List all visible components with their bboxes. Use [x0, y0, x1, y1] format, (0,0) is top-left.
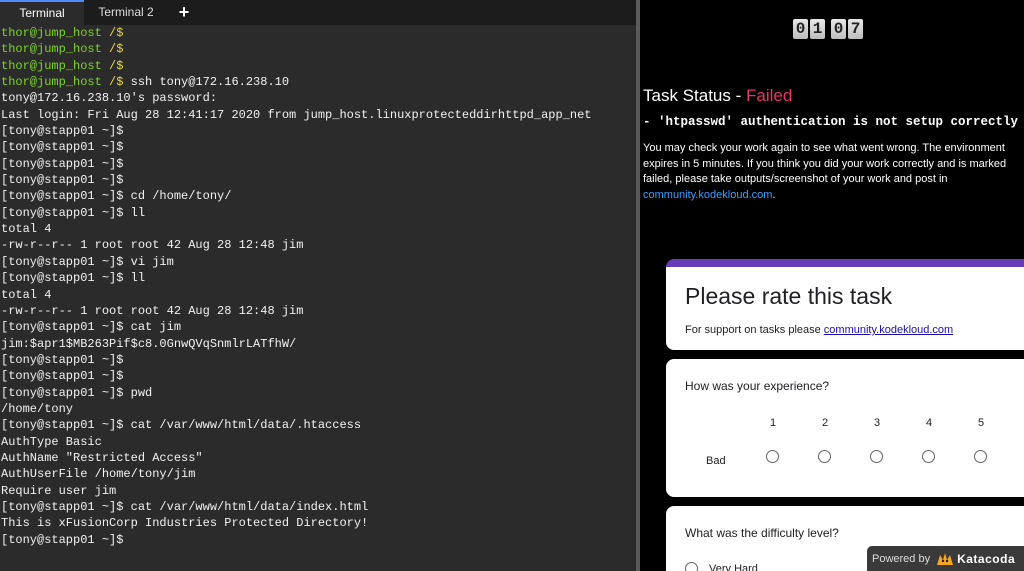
terminal-line: This is xFusionCorp Industries Protected…: [1, 516, 369, 531]
prompt-path: /$: [101, 58, 124, 73]
terminal-line: thor@jump_host /$ ssh tony@172.16.238.10: [1, 74, 633, 90]
terminal-line: total 4: [1, 287, 52, 302]
terminal-line: [tony@stapp01 ~]$ cd /home/tony/: [1, 189, 232, 204]
tab-terminal-2[interactable]: Terminal 2: [84, 0, 168, 25]
terminal-line: [tony@stapp01 ~]$: [1, 352, 124, 367]
rating-radio-3[interactable]: [870, 450, 883, 463]
powered-by-text: Powered by: [872, 552, 931, 565]
rating-header-card: Please rate this task For support on tas…: [666, 259, 1024, 350]
prompt-user-host: thor@jump_host: [1, 42, 102, 57]
difficulty-question: What was the difficulty level?: [685, 526, 839, 540]
rating-radio-2[interactable]: [818, 450, 831, 463]
scale-label-2: 2: [821, 417, 829, 429]
terminal-line: total 4: [1, 222, 52, 237]
terminal-line: jim:$apr1$MB263Pif$c8.0GnwQVqSnmlrLATfhW…: [1, 336, 297, 351]
terminal-output[interactable]: thor@jump_host /$ thor@jump_host /$ thor@j…: [1, 25, 633, 548]
task-status-result: Failed: [745, 86, 793, 105]
terminal-line: Last login: Fri Aug 28 12:41:17 2020 fro…: [1, 107, 592, 122]
timer-digit: 0: [793, 19, 808, 39]
prompt-path: /$: [101, 42, 124, 57]
terminal-pane: Terminal Terminal 2 + thor@jump_host /$ t…: [0, 0, 636, 571]
terminal-line: tony@172.16.238.10's password:: [1, 91, 218, 106]
scale-low-label: Bad: [706, 455, 726, 467]
rating-radio-5[interactable]: [974, 450, 987, 463]
terminal-line: [tony@stapp01 ~]$: [1, 369, 124, 384]
prompt-user-host: thor@jump_host: [1, 26, 102, 40]
timer-digit: 0: [831, 19, 846, 39]
prompt-path: /$: [101, 26, 124, 40]
terminal-line: thor@jump_host /$: [1, 58, 633, 74]
task-status-help: You may check your work again to see wha…: [643, 141, 1015, 203]
terminal-tab-bar: Terminal Terminal 2 +: [0, 0, 636, 25]
terminal-line: AuthName "Restricted Access": [1, 450, 203, 465]
terminal-line: AuthType Basic: [1, 434, 102, 449]
terminal-line: [tony@stapp01 ~]$ cat /var/www/html/data…: [1, 499, 369, 514]
task-status-message: - 'htpasswd' authentication is not setup…: [643, 115, 1024, 129]
terminal-line: AuthUserFile /home/tony/jim: [1, 467, 196, 482]
terminal-line: -rw-r--r-- 1 root root 42 Aug 28 12:48 j…: [1, 303, 304, 318]
scale-label-4: 4: [925, 417, 933, 429]
timer-digit: 1: [810, 19, 825, 39]
task-status-prefix: Task Status -: [643, 86, 746, 105]
katacoda-brand: Katacoda: [957, 551, 1016, 566]
terminal-line: [tony@stapp01 ~]$ ll: [1, 205, 146, 220]
difficulty-option-label: Very Hard: [709, 563, 758, 571]
terminal-line: /home/tony: [1, 401, 74, 416]
terminal-line: [tony@stapp01 ~]$ pwd: [1, 385, 153, 400]
rating-radio-1[interactable]: [766, 450, 779, 463]
task-status-panel: 0 1 0 7 Task Status - Failed - 'htpasswd…: [640, 0, 1024, 571]
experience-card: How was your experience? 1 2 3 4 5 Bad: [666, 359, 1024, 497]
timer-digit: 7: [848, 19, 863, 39]
terminal-line: [tony@stapp01 ~]$: [1, 156, 124, 171]
terminal-line: -rw-r--r-- 1 root root 42 Aug 28 12:48 j…: [1, 238, 304, 253]
terminal-line: [tony@stapp01 ~]$ cat jim: [1, 320, 182, 335]
terminal-line: [tony@stapp01 ~]$: [1, 140, 124, 155]
terminal-line: [tony@stapp01 ~]$: [1, 173, 124, 188]
prompt-user-host: thor@jump_host: [1, 58, 102, 73]
terminal-line: Require user jim: [1, 483, 117, 498]
scale-label-5: 5: [977, 417, 985, 429]
terminal-line: [tony@stapp01 ~]$: [1, 532, 124, 547]
help-text: You may check your work again to see wha…: [643, 142, 1007, 185]
terminal-line: [tony@stapp01 ~]$ cat /var/www/html/data…: [1, 418, 362, 433]
terminal-line: [tony@stapp01 ~]$ ll: [1, 271, 146, 286]
community-link[interactable]: community.kodekloud.com: [643, 189, 772, 201]
help-suffix: .: [772, 188, 776, 201]
countdown-timer: 0 1 0 7: [793, 19, 863, 39]
task-status-title: Task Status - Failed: [643, 86, 792, 106]
support-prefix: For support on tasks please: [685, 324, 824, 336]
scale-label-1: 1: [769, 417, 777, 429]
experience-question: How was your experience?: [685, 379, 830, 393]
prompt-command: ssh tony@172.16.238.10: [123, 75, 290, 90]
support-text: For support on tasks please community.ko…: [685, 324, 953, 336]
difficulty-radio-very-hard[interactable]: [685, 562, 698, 571]
prompt-path: /$: [101, 75, 124, 90]
terminal-line: thor@jump_host /$: [1, 41, 633, 57]
rating-title: Please rate this task: [685, 283, 893, 309]
katacoda-logo-icon: [937, 552, 954, 565]
scale-label-3: 3: [873, 417, 881, 429]
powered-by-badge[interactable]: Powered by Katacoda: [867, 546, 1024, 571]
terminal-line: thor@jump_host /$: [1, 25, 633, 41]
terminal-line: [tony@stapp01 ~]$ vi jim: [1, 254, 174, 269]
new-tab-button[interactable]: +: [170, 0, 198, 25]
support-link[interactable]: community.kodekloud.com: [824, 324, 953, 336]
prompt-user-host: thor@jump_host: [1, 75, 102, 90]
rating-radio-4[interactable]: [922, 450, 935, 463]
terminal-line: [tony@stapp01 ~]$: [1, 124, 124, 139]
tab-terminal[interactable]: Terminal: [0, 0, 84, 25]
